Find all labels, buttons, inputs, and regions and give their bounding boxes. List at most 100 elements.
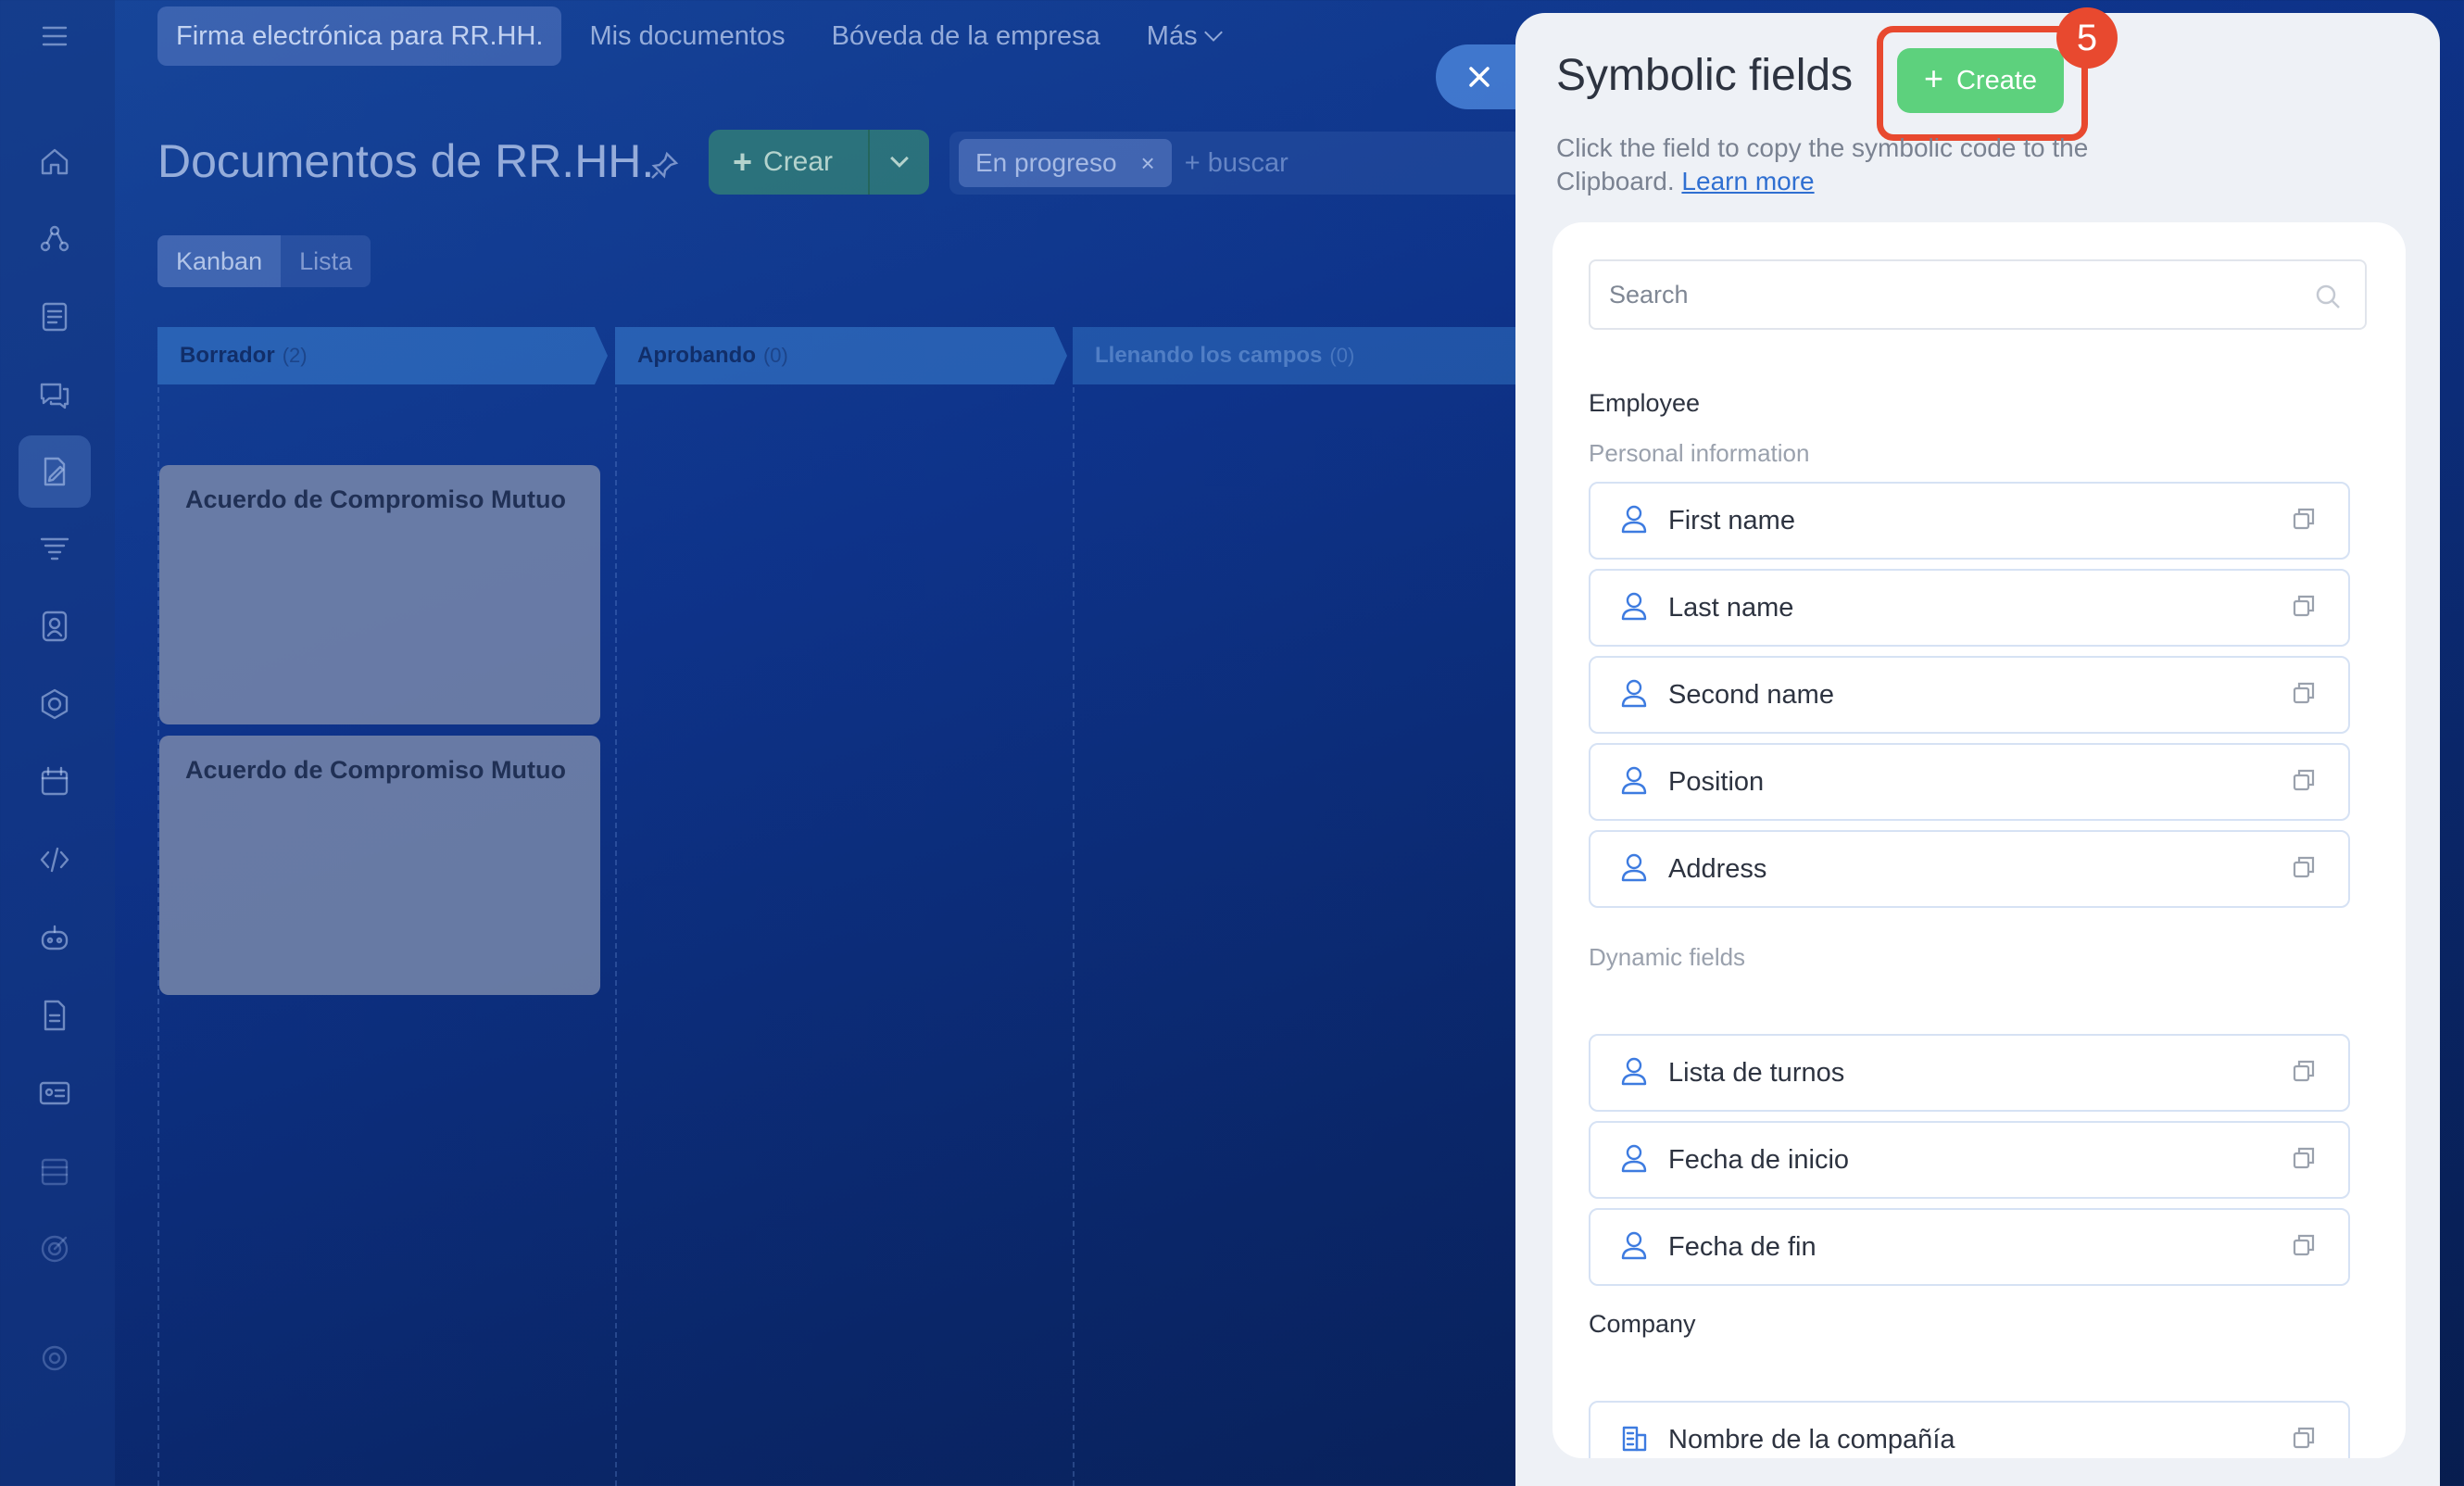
field-row[interactable]: Fecha de inicio bbox=[1589, 1121, 2350, 1199]
copy-icon[interactable] bbox=[2291, 506, 2317, 536]
tab-mis-documentos[interactable]: Mis documentos bbox=[571, 6, 803, 66]
chevron-down-icon bbox=[1203, 23, 1223, 42]
description-text: Click the field to copy the symbolic cod… bbox=[1556, 133, 2089, 195]
home-icon[interactable] bbox=[28, 134, 82, 188]
page-title: Documentos de RR.HH. bbox=[157, 135, 655, 187]
tab-boveda-empresa[interactable]: Bóveda de la empresa bbox=[813, 6, 1119, 66]
user-icon bbox=[1618, 1055, 1650, 1091]
feed-icon[interactable] bbox=[28, 290, 82, 344]
step-badge: 5 bbox=[2056, 7, 2118, 69]
kanban-column-llenando: Llenando los campos (0) bbox=[1073, 327, 1515, 386]
column-divider bbox=[615, 387, 617, 1486]
view-lista[interactable]: Lista bbox=[281, 235, 371, 287]
kanban-column-aprobando: Aprobando (0) bbox=[615, 327, 1067, 386]
copy-icon[interactable] bbox=[2291, 1425, 2317, 1455]
field-label: Fecha de inicio bbox=[1668, 1144, 1850, 1175]
crear-label: Crear bbox=[763, 146, 834, 177]
copy-icon[interactable] bbox=[2291, 1145, 2317, 1176]
field-row[interactable]: Lista de turnos bbox=[1589, 1034, 2350, 1112]
pin-icon[interactable] bbox=[648, 150, 680, 182]
field-label: Last name bbox=[1668, 592, 1794, 623]
kanban-column-borrador: Borrador (2) bbox=[157, 327, 608, 386]
filter-search-bar[interactable]: En progreso × + buscar bbox=[949, 132, 1524, 195]
learn-more-link[interactable]: Learn more bbox=[1681, 167, 1814, 195]
copy-icon[interactable] bbox=[2291, 1232, 2317, 1263]
subsection-personal: Personal information bbox=[1589, 439, 1810, 467]
close-icon bbox=[1469, 67, 1490, 87]
target-icon[interactable] bbox=[28, 1222, 82, 1276]
code-icon[interactable] bbox=[28, 833, 82, 887]
search-icon bbox=[2315, 283, 2341, 316]
top-navigation: Firma electrónica para RR.HH. Mis docume… bbox=[157, 6, 1248, 67]
copy-icon[interactable] bbox=[2291, 1058, 2317, 1089]
panel-description: Click the field to copy the symbolic cod… bbox=[1556, 132, 2149, 198]
sign-icon[interactable] bbox=[19, 435, 91, 508]
field-row[interactable]: Position bbox=[1589, 743, 2350, 821]
workflow-icon[interactable] bbox=[28, 212, 82, 266]
copy-icon[interactable] bbox=[2291, 593, 2317, 623]
calendar-icon[interactable] bbox=[28, 755, 82, 809]
subsection-dynamic: Dynamic fields bbox=[1589, 943, 1746, 971]
menu-icon[interactable] bbox=[28, 9, 82, 63]
settings-icon[interactable] bbox=[28, 1331, 82, 1385]
filter-chip[interactable]: En progreso × bbox=[959, 139, 1172, 187]
field-label: Second name bbox=[1668, 679, 1834, 710]
hexagon-icon[interactable] bbox=[28, 677, 82, 731]
fields-list-card: Search Employee Personal information Fir… bbox=[1553, 222, 2406, 1458]
field-label: Nombre de la compañía bbox=[1668, 1424, 1955, 1455]
field-label: Lista de turnos bbox=[1668, 1057, 1845, 1088]
tab-mas-label: Más bbox=[1146, 20, 1198, 51]
field-row[interactable]: Address bbox=[1589, 830, 2350, 908]
column-name: Llenando los campos bbox=[1095, 343, 1323, 368]
column-header[interactable]: Aprobando (0) bbox=[615, 327, 1067, 384]
plus-icon: + bbox=[733, 143, 753, 181]
robot-icon[interactable] bbox=[28, 911, 82, 964]
tab-mas[interactable]: Más bbox=[1128, 6, 1238, 66]
field-label: First name bbox=[1668, 505, 1795, 535]
column-header[interactable]: Llenando los campos (0) bbox=[1073, 327, 1515, 384]
close-icon[interactable]: × bbox=[1141, 149, 1155, 178]
search-placeholder: Search bbox=[1609, 280, 1689, 309]
field-row[interactable]: Fecha de fin bbox=[1589, 1208, 2350, 1286]
view-kanban[interactable]: Kanban bbox=[157, 235, 282, 287]
column-count: (0) bbox=[1329, 344, 1355, 367]
kanban-card[interactable]: Acuerdo de Compromiso Mutuo bbox=[159, 736, 600, 995]
column-name: Borrador bbox=[180, 343, 275, 368]
crear-dropdown-button[interactable] bbox=[868, 130, 929, 195]
filter-icon[interactable] bbox=[28, 522, 82, 575]
left-sidebar bbox=[0, 0, 115, 1486]
id-card-icon[interactable] bbox=[28, 1066, 82, 1120]
user-icon bbox=[1618, 1142, 1650, 1178]
chevron-down-icon bbox=[890, 149, 909, 168]
building-icon bbox=[1618, 1422, 1650, 1458]
kanban-card[interactable]: Acuerdo de Compromiso Mutuo bbox=[159, 465, 600, 724]
copy-icon[interactable] bbox=[2291, 767, 2317, 798]
search-placeholder[interactable]: + buscar bbox=[1185, 148, 1289, 179]
user-icon bbox=[1618, 764, 1650, 800]
user-icon bbox=[1618, 851, 1650, 888]
user-icon bbox=[1618, 1229, 1650, 1266]
field-row[interactable]: Second name bbox=[1589, 656, 2350, 734]
search-input[interactable]: Search bbox=[1589, 259, 2367, 330]
tab-firma-electronica[interactable]: Firma electrónica para RR.HH. bbox=[157, 6, 562, 66]
field-row[interactable]: Nombre de la compañía bbox=[1589, 1401, 2350, 1458]
crear-button[interactable]: + Crear bbox=[709, 143, 868, 182]
section-company: Company bbox=[1589, 1310, 1696, 1338]
inbox-icon[interactable] bbox=[28, 1144, 82, 1198]
column-name: Aprobando bbox=[637, 343, 756, 368]
copy-icon[interactable] bbox=[2291, 680, 2317, 711]
contact-icon[interactable] bbox=[28, 599, 82, 653]
section-employee: Employee bbox=[1589, 389, 1701, 417]
view-switcher: Kanban Lista bbox=[157, 235, 371, 287]
column-header[interactable]: Borrador (2) bbox=[157, 327, 608, 384]
field-row[interactable]: First name bbox=[1589, 482, 2350, 560]
field-label: Position bbox=[1668, 766, 1765, 797]
chat-icon[interactable] bbox=[28, 368, 82, 422]
filter-chip-label: En progreso bbox=[975, 148, 1117, 177]
field-row[interactable]: Last name bbox=[1589, 569, 2350, 647]
column-count: (0) bbox=[762, 344, 788, 367]
crear-button-group: + Crear bbox=[709, 130, 929, 195]
user-icon bbox=[1618, 677, 1650, 713]
copy-icon[interactable] bbox=[2291, 854, 2317, 885]
document-icon[interactable] bbox=[28, 989, 82, 1042]
